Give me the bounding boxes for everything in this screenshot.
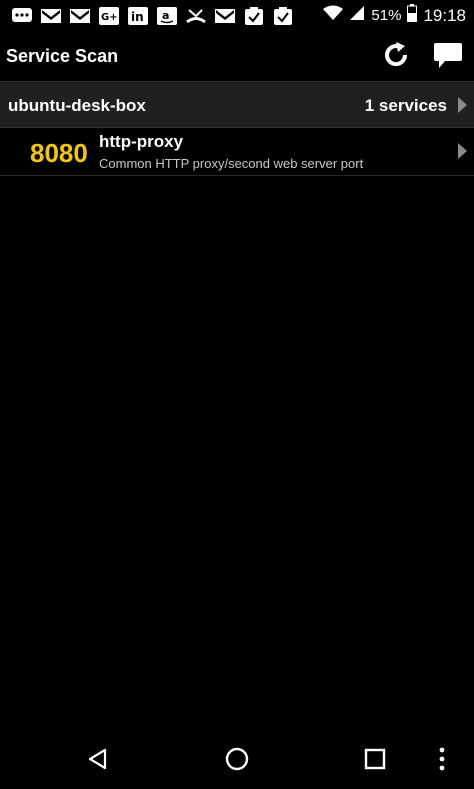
task-check-icon (271, 5, 295, 27)
host-header[interactable]: ubuntu-desk-box 1 services (0, 81, 474, 128)
gmail-icon (68, 5, 92, 27)
battery-icon (407, 4, 418, 27)
battery-percent: 51% (371, 7, 402, 24)
chevron-right-icon (458, 143, 467, 159)
refresh-button[interactable] (378, 40, 414, 74)
home-icon (224, 746, 250, 777)
list-item[interactable]: 8080 http-proxy Common HTTP proxy/second… (0, 128, 474, 176)
google-plus-icon: G+ (97, 5, 121, 27)
system-indicators: 51% 19:18 (323, 4, 466, 27)
feedback-button[interactable] (430, 40, 466, 74)
service-description: Common HTTP proxy/second web server port (99, 156, 364, 171)
chat-bubble-icon (10, 5, 34, 27)
service-name: http-proxy (99, 132, 184, 151)
chat-bubble-icon (433, 41, 463, 74)
svg-text:G+: G+ (101, 12, 118, 23)
recents-icon (363, 747, 387, 776)
svg-text:in: in (131, 10, 144, 24)
service-count: 1 services (364, 96, 447, 115)
svg-text:a: a (162, 9, 169, 22)
back-icon (86, 747, 110, 776)
task-check-icon (242, 5, 266, 27)
status-bar: G+ in a 51% 19:18 (0, 0, 474, 32)
notification-icons: G+ in a (10, 5, 295, 27)
linkedin-icon: in (126, 5, 150, 27)
cell-signal-icon (349, 5, 365, 26)
amazon-icon: a (155, 5, 179, 27)
gmail-icon (39, 5, 63, 27)
back-button[interactable] (80, 745, 116, 777)
recents-button[interactable] (357, 745, 393, 777)
wifi-icon (323, 5, 344, 26)
page-title: Service Scan (6, 46, 119, 66)
home-button[interactable] (219, 745, 255, 777)
chevron-right-icon (458, 97, 467, 113)
refresh-icon (381, 40, 411, 75)
navigation-bar (0, 733, 474, 789)
host-name: ubuntu-desk-box (8, 96, 146, 115)
clock: 19:18 (423, 5, 466, 25)
port-number: 8080 (30, 138, 88, 168)
missed-call-icon (184, 5, 208, 27)
action-bar: Service Scan (0, 32, 474, 81)
menu-button[interactable] (432, 745, 452, 777)
gmail-icon (213, 5, 237, 27)
overflow-menu-icon (438, 746, 446, 777)
